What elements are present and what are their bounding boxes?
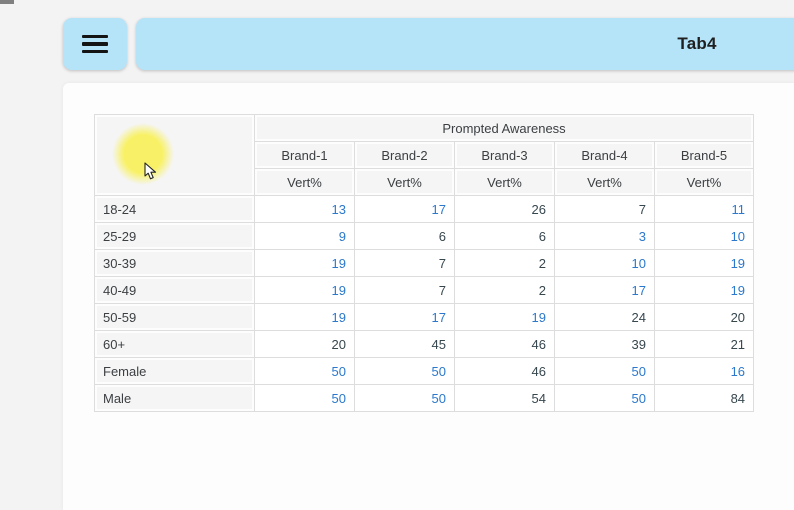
value-cell: 10 — [555, 250, 655, 277]
row-label: 40-49 — [95, 277, 255, 304]
value-cell: 19 — [255, 250, 355, 277]
row-label: 30-39 — [95, 250, 255, 277]
column-header-brand-1: Brand-1 — [255, 142, 355, 169]
value-cell: 24 — [555, 304, 655, 331]
value-cell: 16 — [655, 358, 754, 385]
value-cell: 45 — [355, 331, 455, 358]
column-header-brand-4: Brand-4 — [555, 142, 655, 169]
row-label: 25-29 — [95, 223, 255, 250]
value-cell: 7 — [355, 277, 455, 304]
crosstab-table: Prompted Awareness Brand-1 Brand-2 Brand… — [94, 114, 754, 412]
value-cell: 10 — [655, 223, 754, 250]
stat-header-vert-2: Vert% — [355, 169, 455, 196]
row-label: Female — [95, 358, 255, 385]
tab-tab4[interactable]: Tab4 — [136, 18, 794, 70]
value-cell: 11 — [655, 196, 754, 223]
value-cell: 9 — [255, 223, 355, 250]
table-row: 30-39 19 7 2 10 19 — [95, 250, 754, 277]
value-cell: 84 — [655, 385, 754, 412]
table-row: 60+ 20 45 46 39 21 — [95, 331, 754, 358]
table-row: 18-24 13 17 26 7 11 — [95, 196, 754, 223]
column-header-brand-5: Brand-5 — [655, 142, 754, 169]
column-header-brand-2: Brand-2 — [355, 142, 455, 169]
row-label: 60+ — [95, 331, 255, 358]
value-cell: 50 — [255, 358, 355, 385]
value-cell: 19 — [455, 304, 555, 331]
table-row: Female 50 50 46 50 16 — [95, 358, 754, 385]
column-header-brand-3: Brand-3 — [455, 142, 555, 169]
corner-cell — [95, 115, 255, 196]
value-cell: 21 — [655, 331, 754, 358]
value-cell: 20 — [255, 331, 355, 358]
stat-header-vert-5: Vert% — [655, 169, 754, 196]
value-cell: 19 — [255, 304, 355, 331]
stat-header-vert-1: Vert% — [255, 169, 355, 196]
value-cell: 26 — [455, 196, 555, 223]
value-cell: 46 — [455, 331, 555, 358]
value-cell: 17 — [555, 277, 655, 304]
value-cell: 19 — [255, 277, 355, 304]
group-header-prompted-awareness: Prompted Awareness — [255, 115, 754, 142]
value-cell: 50 — [355, 385, 455, 412]
value-cell: 6 — [455, 223, 555, 250]
value-cell: 6 — [355, 223, 455, 250]
value-cell: 19 — [655, 277, 754, 304]
value-cell: 13 — [255, 196, 355, 223]
row-label: 50-59 — [95, 304, 255, 331]
hamburger-icon — [82, 35, 108, 54]
app-window: Tab4 Prompted Awareness Brand-1 Brand-2 … — [0, 0, 794, 510]
value-cell: 50 — [555, 358, 655, 385]
value-cell: 50 — [555, 385, 655, 412]
table-row: 40-49 19 7 2 17 19 — [95, 277, 754, 304]
content-panel: Prompted Awareness Brand-1 Brand-2 Brand… — [63, 83, 794, 510]
value-cell: 50 — [355, 358, 455, 385]
value-cell: 54 — [455, 385, 555, 412]
value-cell: 17 — [355, 304, 455, 331]
value-cell: 46 — [455, 358, 555, 385]
window-corner-notch — [0, 0, 14, 4]
value-cell: 17 — [355, 196, 455, 223]
value-cell: 7 — [355, 250, 455, 277]
table-row: 25-29 9 6 6 3 10 — [95, 223, 754, 250]
stat-header-vert-4: Vert% — [555, 169, 655, 196]
value-cell: 2 — [455, 277, 555, 304]
table-row: Male 50 50 54 50 84 — [95, 385, 754, 412]
value-cell: 39 — [555, 331, 655, 358]
value-cell: 7 — [555, 196, 655, 223]
menu-button[interactable] — [63, 18, 127, 70]
value-cell: 3 — [555, 223, 655, 250]
row-label: 18-24 — [95, 196, 255, 223]
table-row: 50-59 19 17 19 24 20 — [95, 304, 754, 331]
stat-header-vert-3: Vert% — [455, 169, 555, 196]
value-cell: 2 — [455, 250, 555, 277]
tab-label: Tab4 — [677, 34, 716, 54]
value-cell: 19 — [655, 250, 754, 277]
value-cell: 50 — [255, 385, 355, 412]
value-cell: 20 — [655, 304, 754, 331]
row-label: Male — [95, 385, 255, 412]
